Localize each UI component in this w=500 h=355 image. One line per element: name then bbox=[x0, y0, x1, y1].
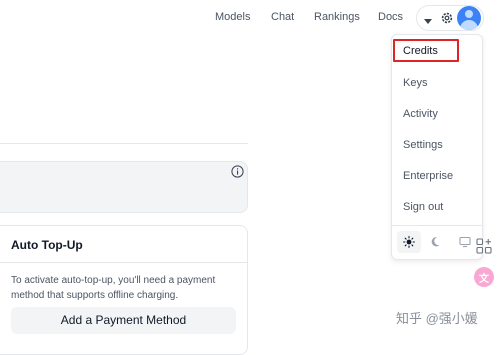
auto-topup-divider bbox=[0, 262, 247, 263]
dark-theme-icon[interactable] bbox=[425, 231, 449, 253]
watermark: 知乎 @强小媛 bbox=[396, 311, 478, 326]
avatar-head bbox=[465, 10, 473, 18]
add-payment-method-button[interactable]: Add a Payment Method bbox=[11, 307, 236, 334]
grid-plus-icon[interactable] bbox=[474, 236, 494, 256]
nav-link-chat[interactable]: Chat bbox=[271, 11, 294, 23]
nav-link-docs[interactable]: Docs bbox=[378, 11, 403, 23]
caret-down-icon[interactable] bbox=[423, 13, 433, 24]
avatar-body bbox=[460, 20, 478, 30]
translate-icon[interactable]: 文 bbox=[474, 267, 494, 287]
credits-info-panel bbox=[0, 161, 248, 213]
menu-item-enterprise[interactable]: Enterprise bbox=[403, 170, 453, 182]
auto-topup-title: Auto Top-Up bbox=[11, 238, 83, 252]
menu-item-sign-out[interactable]: Sign out bbox=[403, 201, 443, 213]
nav-link-models[interactable]: Models bbox=[215, 11, 250, 23]
nav-link-rankings[interactable]: Rankings bbox=[314, 11, 360, 23]
gear-icon[interactable] bbox=[440, 11, 454, 25]
top-navigation: Models Chat Rankings Docs bbox=[0, 0, 500, 36]
auto-topup-description: To activate auto-top-up, you'll need a p… bbox=[11, 275, 216, 301]
info-icon[interactable] bbox=[231, 165, 244, 178]
light-theme-icon[interactable] bbox=[397, 231, 421, 253]
avatar[interactable] bbox=[457, 6, 481, 30]
section-divider bbox=[0, 143, 248, 144]
credits-highlight-box bbox=[393, 39, 459, 62]
menu-item-keys[interactable]: Keys bbox=[403, 77, 427, 89]
menu-item-settings[interactable]: Settings bbox=[403, 139, 443, 151]
menu-item-activity[interactable]: Activity bbox=[403, 108, 438, 120]
menu-separator bbox=[392, 225, 482, 226]
